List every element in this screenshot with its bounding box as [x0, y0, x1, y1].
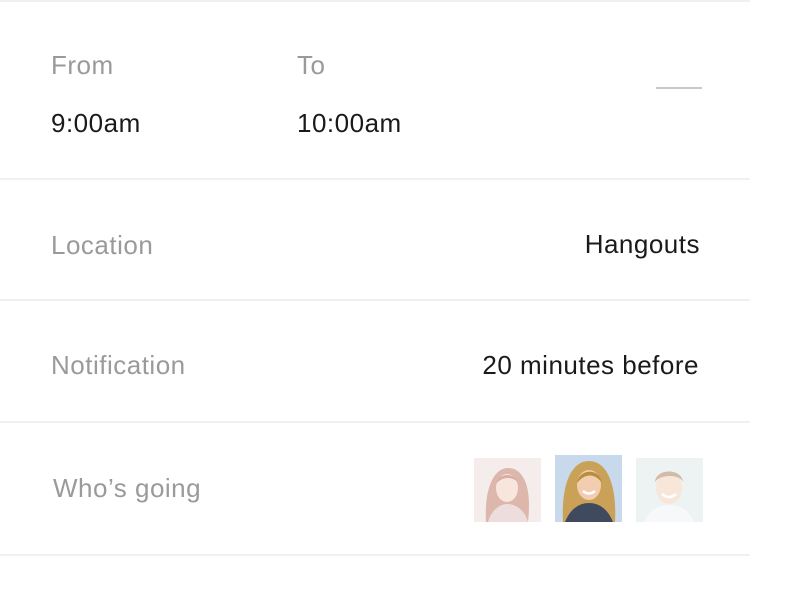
to-label: To [297, 50, 326, 80]
from-label: From [51, 50, 114, 80]
divider-after-time [0, 178, 750, 180]
divider-after-notification [0, 421, 750, 423]
location-label: Location [51, 230, 154, 260]
avatar-man-smiling-icon[interactable] [636, 458, 703, 522]
time-range-dash [656, 87, 702, 89]
avatar-woman-red-hair-icon[interactable] [474, 458, 541, 522]
divider-top [0, 0, 750, 2]
location-value[interactable]: Hangouts [585, 229, 700, 260]
avatar-woman-blonde-hair-icon[interactable] [555, 455, 622, 522]
notification-value[interactable]: 20 minutes before [482, 350, 699, 381]
divider-after-location [0, 299, 750, 301]
notification-label: Notification [51, 350, 186, 380]
event-details-panel: From 9:00am To 10:00am Location Hangouts… [0, 0, 800, 600]
to-time-value[interactable]: 10:00am [297, 108, 402, 139]
from-time-value[interactable]: 9:00am [51, 108, 141, 139]
divider-bottom [0, 554, 750, 556]
attendees-label: Who’s going [53, 473, 202, 503]
